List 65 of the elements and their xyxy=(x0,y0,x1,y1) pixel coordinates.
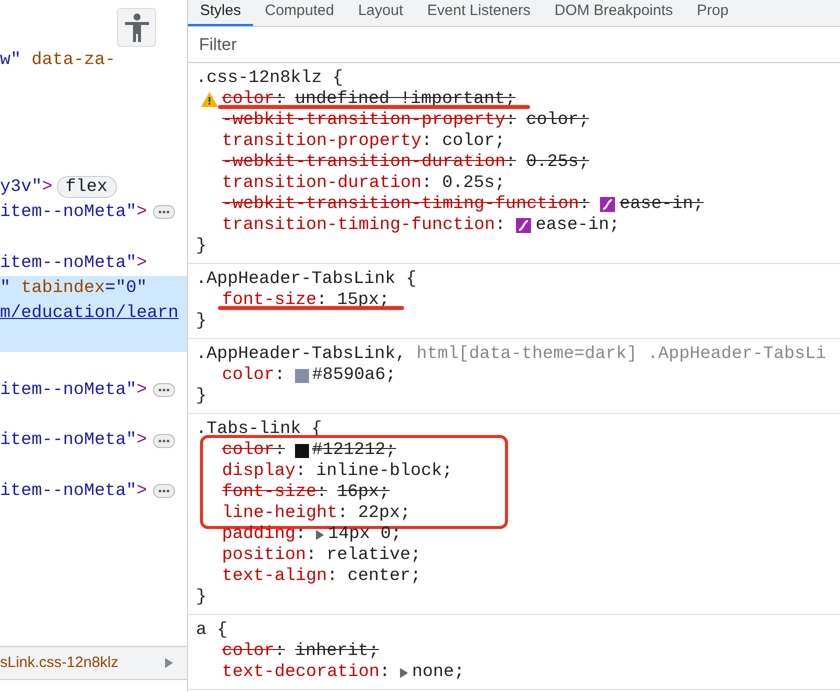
attribute-value: y3v" xyxy=(0,176,42,199)
css-selector[interactable]: html[data-theme=dark] .AppHeader-TabsLi xyxy=(406,341,826,368)
attribute-value: item--noMeta" xyxy=(0,378,137,402)
colon: : xyxy=(274,439,286,462)
colon: : xyxy=(274,88,286,111)
colon: : xyxy=(506,151,516,174)
flex-badge[interactable]: flex xyxy=(56,176,117,198)
panel-tab[interactable]: Layout xyxy=(346,0,416,26)
css-property-value[interactable]: #8590a6; xyxy=(312,362,396,389)
css-property-name[interactable]: color xyxy=(222,362,275,389)
closing-brace: } xyxy=(196,311,207,332)
color-swatch[interactable] xyxy=(295,368,310,382)
closing-brace: } xyxy=(196,587,207,608)
tag-bracket: > xyxy=(136,378,148,402)
attribute-value: item--noMeta" xyxy=(0,200,137,224)
colon: : xyxy=(422,130,432,153)
attribute-value: " xyxy=(0,277,11,300)
css-property-value[interactable]: none; xyxy=(412,659,465,686)
colon: : xyxy=(274,364,286,388)
attribute-name: tabindex xyxy=(20,277,106,300)
color-swatch[interactable] xyxy=(295,444,310,458)
tag-bracket: > xyxy=(136,252,148,275)
ellipsis-icon[interactable] xyxy=(153,205,176,220)
colon: : xyxy=(422,172,432,195)
tag-bracket: > xyxy=(136,200,148,224)
selected-node-row[interactable] xyxy=(0,326,187,352)
attribute-value: item--noMeta" xyxy=(0,252,137,275)
panel-tab[interactable]: Computed xyxy=(252,0,346,26)
panel-tab[interactable]: Styles xyxy=(188,0,253,26)
attribute-value: ="0" xyxy=(105,277,148,300)
panel-tab[interactable]: DOM Breakpoints xyxy=(542,0,685,26)
css-property-value[interactable]: 0.25s; xyxy=(526,149,590,176)
tag-bracket: > xyxy=(42,176,53,199)
expand-triangle-icon[interactable] xyxy=(400,668,408,678)
attribute-name: data-za- xyxy=(30,48,116,72)
colon: : xyxy=(316,289,328,312)
panel-tab[interactable]: Event Listeners xyxy=(415,0,543,26)
colon: : xyxy=(380,661,390,684)
css-property-value[interactable]: ease-in; xyxy=(620,191,704,218)
bezier-icon[interactable] xyxy=(516,218,531,233)
tag-bracket: > xyxy=(136,480,148,504)
colon: : xyxy=(506,109,516,132)
scroll-right-icon[interactable] xyxy=(165,658,173,668)
expand-triangle-icon[interactable] xyxy=(316,530,324,540)
ellipsis-icon[interactable] xyxy=(153,484,176,498)
closing-brace: } xyxy=(196,236,207,257)
ellipsis-icon[interactable] xyxy=(153,434,176,448)
closing-brace: } xyxy=(196,386,207,407)
colon: : xyxy=(296,460,306,483)
panel-tab[interactable]: Prop xyxy=(684,0,741,26)
css-property-name[interactable]: transition-timing-function xyxy=(222,212,496,239)
css-property-name[interactable]: font-size xyxy=(222,287,317,314)
ellipsis-icon[interactable] xyxy=(153,382,176,397)
attribute-value: item--noMeta" xyxy=(0,429,137,452)
person-icon xyxy=(124,12,150,42)
css-property-value[interactable]: color; xyxy=(526,107,590,134)
attribute-value: item--noMeta" xyxy=(0,480,137,504)
bezier-icon[interactable] xyxy=(600,197,615,212)
attribute-value: w" xyxy=(0,48,22,72)
colon: : xyxy=(296,523,306,546)
colon: : xyxy=(495,214,506,238)
tag-bracket: > xyxy=(136,429,148,452)
selected-node-row[interactable]: " tabindex="0" xyxy=(0,276,187,301)
accessibility-button[interactable] xyxy=(117,8,156,47)
css-property-value[interactable]: 15px; xyxy=(337,287,390,314)
